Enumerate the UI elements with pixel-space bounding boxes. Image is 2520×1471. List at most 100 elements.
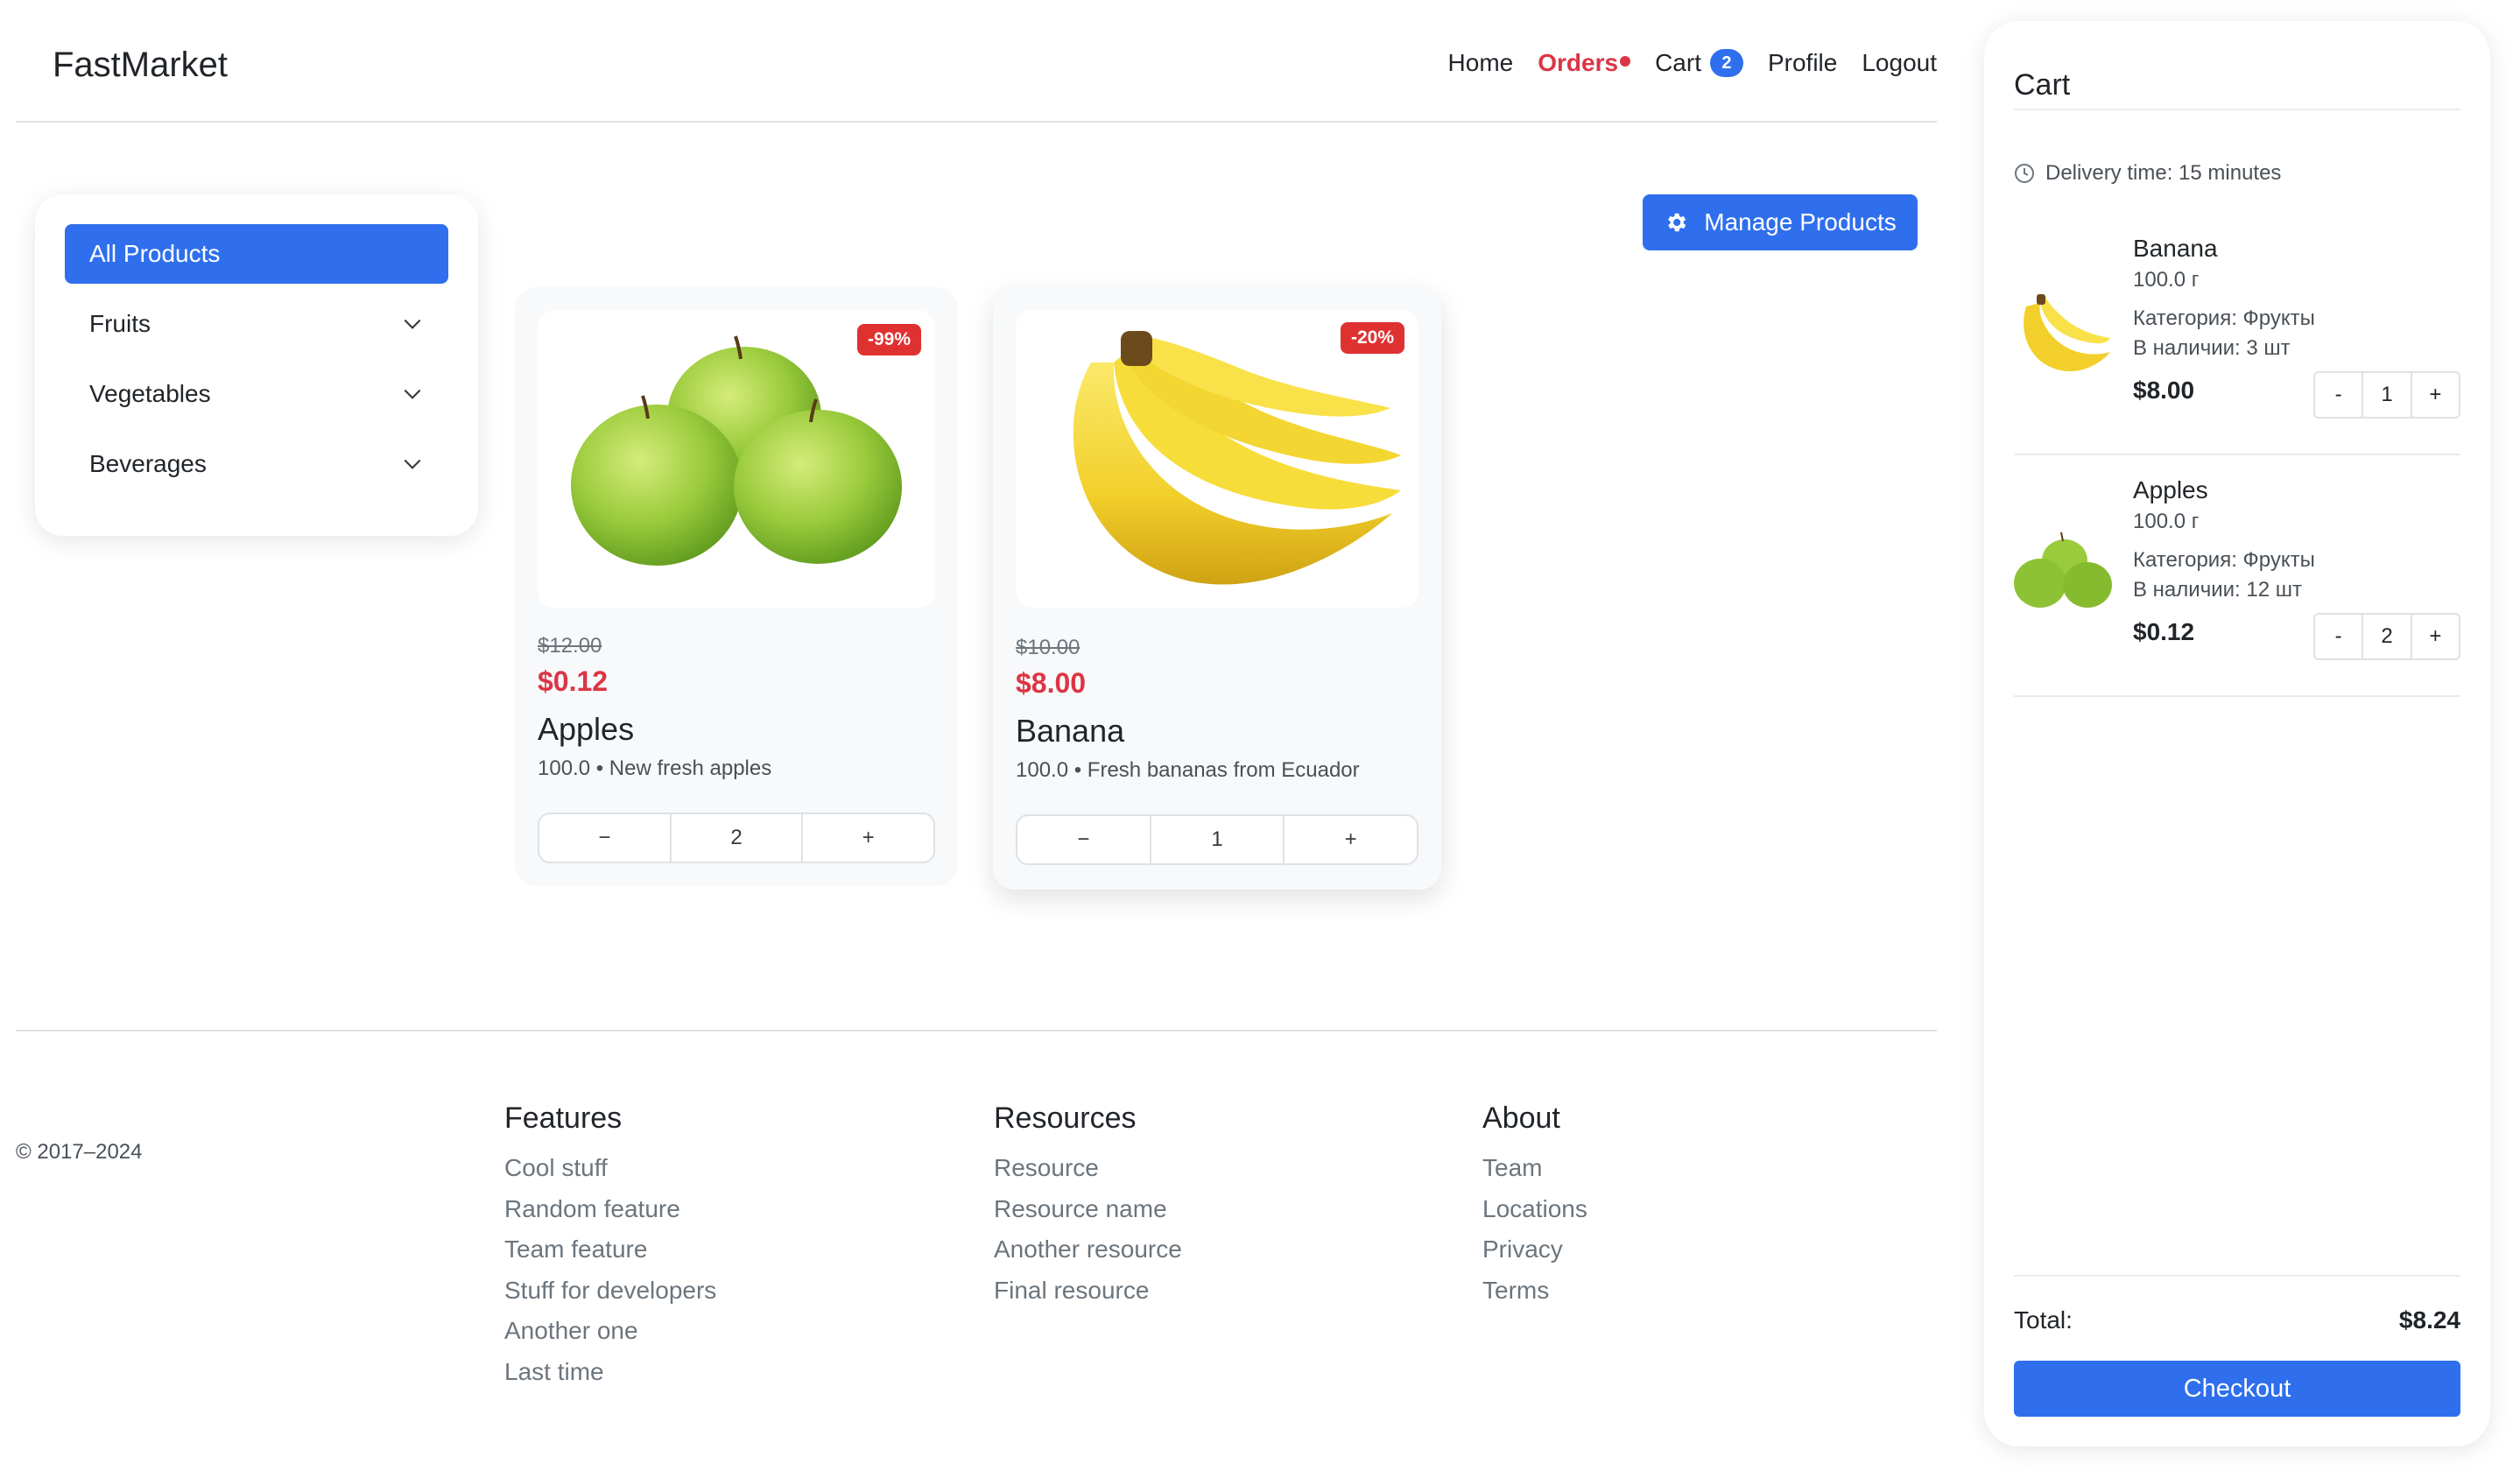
quantity-stepper: − 2 + [538,813,935,863]
increase-button[interactable]: + [1283,816,1417,863]
footer-link[interactable]: Privacy [1482,1229,1587,1270]
old-price: $12.00 [538,634,602,658]
category-vegetables[interactable]: Vegetables [65,364,448,424]
footer-link[interactable]: Stuff for developers [504,1270,716,1312]
total-label: Total: [2014,1306,2073,1334]
footer-link[interactable]: Last time [504,1352,716,1393]
chevron-down-icon [404,459,421,469]
cart-panel: Cart Delivery time: 15 minutes Banana 10… [1984,21,2490,1446]
category-label: Beverages [89,450,207,477]
decrease-button[interactable]: - [2315,615,2362,658]
product-name: Banana [1016,713,1125,749]
main-nav: Home Orders Cart 2 Profile Logout [1424,49,1937,77]
quantity-stepper: − 1 + [1016,814,1418,865]
nav-home[interactable]: Home [1448,49,1514,77]
gear-icon [1668,213,1686,232]
manage-products-button[interactable]: Manage Products [1643,194,1918,250]
old-price: $10.00 [1016,636,1081,659]
footer-link[interactable]: Locations [1482,1189,1587,1230]
quantity-value: 2 [2362,615,2410,658]
cart-item-banana: Banana 100.0 г Категория: Фрукты В налич… [2014,235,2460,471]
notification-dot [1620,56,1631,67]
cart-item-name: Apples [2133,476,2208,503]
category-fruits[interactable]: Fruits [65,294,448,354]
product-card-banana[interactable]: -20% $10.00 $8.00 Banana 100.0 • Fresh b… [993,287,1441,890]
cart-item-category: Категория: Фрукты [2133,306,2315,330]
cart-item-price: $0.12 [2133,618,2195,645]
product-card-apples[interactable]: -99% $12.00 $0.12 Apples 100.0 • New fre… [515,287,958,886]
cart-divider [2014,1275,2460,1277]
decrease-button[interactable]: − [1017,816,1150,863]
cart-title: Cart [2014,68,2071,102]
footer-link[interactable]: Another one [504,1311,716,1352]
checkout-button[interactable]: Checkout [2014,1361,2460,1417]
cart-item-weight: 100.0 г [2133,510,2200,533]
quantity-value: 2 [669,814,802,862]
nav-cart[interactable]: Cart 2 [1655,49,1743,77]
footer-link[interactable]: Final resource [994,1270,1182,1312]
cart-count-badge: 2 [1709,49,1743,77]
increase-button[interactable]: + [2410,373,2459,417]
copyright-text: © 2017–2024 [16,1140,143,1164]
footer-link[interactable]: Random feature [504,1189,716,1230]
category-label: All Products [89,240,221,267]
discount-badge: -99% [856,324,921,355]
cart-item-apples: Apples 100.0 г Категория: Фрукты В налич… [2014,476,2460,713]
footer-heading: Resources [994,1101,1137,1135]
delivery-text: Delivery time: 15 minutes [2045,161,2282,185]
footer-column-features: Features Cool stuff Random feature Team … [504,1101,716,1392]
banana-image [1073,331,1401,585]
footer-link[interactable]: Terms [1482,1270,1587,1312]
increase-button[interactable]: + [2410,615,2459,658]
cart-item-name: Banana [2133,235,2218,262]
cart-total-row: Total: $8.24 [2014,1306,2460,1334]
category-label: Vegetables [89,380,211,407]
cart-item-stock: В наличии: 3 шт [2133,336,2291,360]
nav-orders-label: Orders [1538,49,1619,76]
banana-thumbnail [2024,294,2110,372]
apples-thumbnail [2014,531,2112,608]
footer-heading: Features [504,1101,623,1135]
footer-link[interactable]: Another resource [994,1229,1182,1270]
product-description: 100.0 • New fresh apples [538,757,772,780]
decrease-button[interactable]: − [539,814,670,862]
category-beverages[interactable]: Beverages [65,434,448,494]
delivery-info: Delivery time: 15 minutes [2014,161,2281,186]
product-description: 100.0 • Fresh bananas from Ecuador [1016,758,1360,782]
cart-divider [2014,695,2460,697]
nav-orders[interactable]: Orders [1538,49,1631,77]
product-image [1016,310,1418,608]
top-navbar: FastMarket Home Orders Cart 2 Profile Lo… [16,0,1937,123]
footer-column-about: About Team Locations Privacy Terms [1482,1101,1587,1311]
discount-badge: -20% [1340,322,1404,354]
chevron-down-icon [404,389,421,399]
category-sidebar: All Products Fruits Vegetables Beverages [35,194,478,536]
cart-item-stock: В наличии: 12 шт [2133,578,2302,602]
footer-link[interactable]: Resource [994,1148,1182,1189]
footer-link[interactable]: Team feature [504,1229,716,1270]
footer-divider [16,1030,1937,1031]
nav-logout[interactable]: Logout [1862,49,1937,77]
nav-cart-label: Cart [1655,49,1701,76]
footer-link[interactable]: Resource name [994,1189,1182,1230]
footer-link[interactable]: Cool stuff [504,1148,716,1189]
total-value: $8.24 [2398,1306,2460,1334]
footer-heading: About [1482,1101,1560,1135]
decrease-button[interactable]: - [2315,373,2362,417]
quantity-value: 1 [1149,816,1284,863]
cart-quantity-stepper: - 1 + [2313,371,2460,419]
sale-price: $8.00 [1016,667,1087,699]
product-name: Apples [538,711,635,747]
chevron-down-icon [404,319,421,329]
increase-button[interactable]: + [801,814,933,862]
footer-link[interactable]: Team [1482,1148,1587,1189]
manage-products-label: Manage Products [1704,208,1897,236]
sale-price: $0.12 [538,665,609,697]
category-all-products[interactable]: All Products [65,224,448,284]
brand-logo[interactable]: FastMarket [53,46,228,85]
cart-divider [2014,109,2460,110]
nav-profile[interactable]: Profile [1768,49,1837,77]
cart-item-category: Категория: Фрукты [2133,548,2315,572]
clock-icon [2015,164,2034,183]
cart-divider [2014,454,2460,455]
